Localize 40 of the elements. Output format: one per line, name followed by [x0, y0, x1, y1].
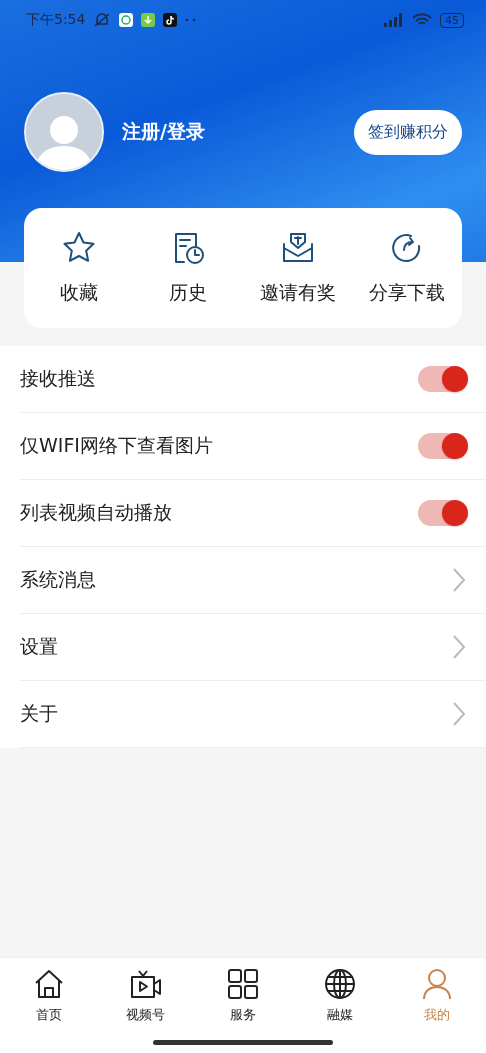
settings-label: 系统消息 — [20, 567, 96, 592]
user-icon — [421, 968, 454, 1000]
toggle-switch[interactable] — [418, 366, 466, 392]
settings-label: 设置 — [20, 634, 58, 659]
signal-icon — [382, 13, 404, 27]
music-note-app-icon — [163, 13, 178, 27]
grid-icon — [227, 968, 259, 1000]
nav-tab[interactable]: 首页 — [0, 968, 98, 1024]
battery-level: 45 — [440, 12, 464, 28]
checkin-button[interactable]: 签到赚积分 — [354, 109, 462, 155]
settings-row[interactable]: 关于 — [20, 681, 486, 748]
video-camera-icon — [128, 968, 163, 1000]
settings-row[interactable]: 列表视频自动播放 — [20, 480, 486, 547]
chevron-right-icon — [452, 701, 466, 727]
settings-row[interactable]: 仅WIFI网络下查看图片 — [20, 413, 486, 480]
settings-label: 列表视频自动播放 — [20, 500, 172, 525]
settings-row[interactable]: 设置 — [20, 614, 486, 681]
settings-row[interactable]: 系统消息 — [20, 547, 486, 614]
settings-label: 仅WIFI网络下查看图片 — [20, 433, 213, 458]
muted-bell-icon — [93, 12, 112, 28]
toggle-switch[interactable] — [418, 500, 466, 526]
nav-tab[interactable]: 视频号 — [97, 968, 195, 1024]
shortcut-button[interactable]: 收藏 — [24, 230, 134, 306]
settings-row[interactable]: 接收推送 — [20, 346, 486, 413]
settings-label: 关于 — [20, 701, 58, 726]
chevron-right-icon — [452, 634, 466, 660]
login-link[interactable]: 注册/登录 — [122, 119, 336, 145]
shortcut-button[interactable]: 历史 — [133, 230, 243, 306]
shortcut-button[interactable]: 邀请有奖 — [243, 230, 353, 306]
status-time: 下午5:54 — [26, 11, 86, 29]
globe-icon — [324, 968, 357, 1000]
toggle-switch[interactable] — [418, 433, 466, 459]
chevron-right-icon — [452, 567, 466, 593]
chat-app-icon — [119, 13, 134, 27]
download-app-icon — [141, 13, 156, 27]
wifi-icon — [412, 13, 432, 27]
nav-tab[interactable]: 融媒 — [291, 968, 389, 1024]
shortcut-button[interactable]: 分享下载 — [352, 230, 462, 306]
settings-label: 接收推送 — [20, 366, 96, 391]
nav-tab[interactable]: 服务 — [194, 968, 292, 1024]
